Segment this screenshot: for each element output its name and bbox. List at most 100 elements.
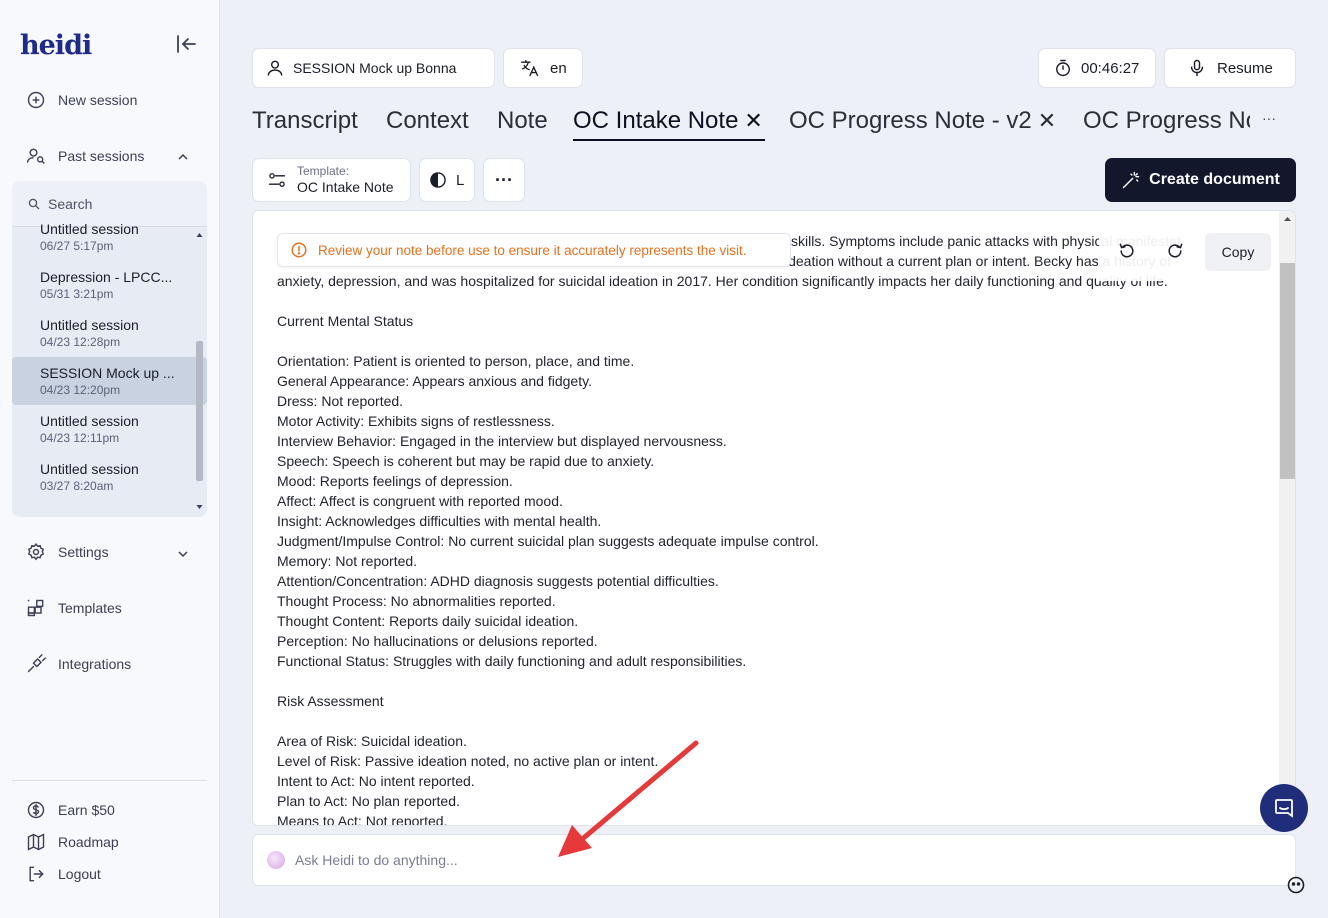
- session-list-scrollbar[interactable]: [195, 231, 204, 511]
- tab-oc-progress-note[interactable]: OC Progress Note: [1083, 107, 1250, 135]
- earn-label: Earn $50: [58, 802, 115, 818]
- logout-link[interactable]: Logout: [26, 864, 101, 884]
- timer-value: 00:46:27: [1081, 59, 1140, 77]
- note-document[interactable]: skills. Symptoms include panic attacks w…: [252, 210, 1296, 826]
- template-selector[interactable]: Template: OC Intake Note: [252, 158, 411, 202]
- redo-icon[interactable]: [1165, 241, 1185, 261]
- tab-transcript[interactable]: Transcript: [252, 107, 358, 135]
- search-placeholder: Search: [48, 195, 93, 212]
- sliders-icon: [268, 173, 286, 187]
- note-line: Risk Assessment: [277, 693, 384, 709]
- ask-placeholder: Ask Heidi to do anything...: [295, 852, 458, 868]
- dollar-circle-icon: [27, 801, 45, 819]
- note-line: Speech: Speech is coherent but may be ra…: [277, 453, 655, 469]
- session-title: Untitled session: [40, 461, 139, 477]
- create-document-label: Create document: [1149, 171, 1280, 188]
- close-icon[interactable]: ✕: [1038, 108, 1056, 134]
- document-scrollbar[interactable]: [1279, 211, 1295, 825]
- settings-toggle[interactable]: Settings: [26, 542, 109, 562]
- contrast-icon: [430, 172, 446, 188]
- size-selector[interactable]: L: [419, 158, 475, 202]
- map-icon: [27, 833, 45, 851]
- review-warning-banner: Review your note before use to ensure it…: [277, 233, 791, 267]
- tabs-more-button[interactable]: ···: [1262, 110, 1276, 126]
- logout-icon: [29, 866, 44, 882]
- note-line: Thought Content: Reports daily suicidal …: [277, 613, 579, 629]
- create-document-button[interactable]: Create document: [1105, 158, 1296, 202]
- ask-heidi-input[interactable]: Ask Heidi to do anything...: [252, 834, 1296, 886]
- note-tabs: Transcript Context Note OC Intake Note ✕ …: [252, 100, 1250, 144]
- note-body[interactable]: skills. Symptoms include panic attacks w…: [277, 231, 1267, 825]
- integrations-link[interactable]: Integrations: [26, 654, 131, 674]
- session-item[interactable]: Depression - LPCC... 05/31 3:21pm: [12, 261, 207, 309]
- collapse-sidebar-icon[interactable]: [174, 32, 198, 56]
- note-line: Attention/Concentration: ADHD diagnosis …: [277, 573, 719, 589]
- undo-icon[interactable]: [1117, 241, 1137, 261]
- plus-circle-icon: [27, 91, 45, 109]
- heidi-logo[interactable]: heidi: [20, 30, 92, 61]
- template-value: OC Intake Note: [297, 178, 394, 195]
- session-item[interactable]: Untitled session 03/27 8:20am: [12, 453, 207, 501]
- note-line: Intent to Act: No intent reported.: [277, 773, 475, 789]
- tab-oc-intake-note[interactable]: OC Intake Note ✕: [573, 107, 763, 135]
- chevron-down-icon[interactable]: [176, 547, 190, 561]
- session-item[interactable]: SESSION Mock up ... 04/23 12:20pm: [12, 357, 207, 405]
- chat-bubble-icon: [1275, 799, 1293, 818]
- tab-context[interactable]: Context: [386, 107, 469, 135]
- close-icon[interactable]: ✕: [744, 108, 762, 134]
- sidebar: heidi New session Past sessions Search U…: [0, 0, 220, 918]
- language-selector[interactable]: en: [503, 48, 583, 88]
- language-code: en: [550, 59, 567, 77]
- session-name-pill[interactable]: SESSION Mock up Bonna: [252, 48, 495, 88]
- integrations-label: Integrations: [58, 656, 132, 672]
- past-sessions-toggle[interactable]: Past sessions: [26, 146, 144, 166]
- resume-button[interactable]: Resume: [1164, 48, 1296, 88]
- tab-label: OC Progress Note - v2: [789, 107, 1032, 134]
- session-title: Untitled session: [40, 413, 139, 429]
- settings-label: Settings: [58, 544, 109, 560]
- session-timer: 00:46:27: [1038, 48, 1156, 88]
- templates-link[interactable]: Templates: [26, 598, 122, 618]
- gear-icon: [27, 542, 45, 561]
- tab-label: OC Progress Note: [1083, 107, 1250, 134]
- session-item[interactable]: Untitled session 06/27 5:17pm: [12, 213, 207, 261]
- session-item[interactable]: Untitled session 04/23 12:28pm: [12, 309, 207, 357]
- chevron-up-icon[interactable]: [176, 150, 190, 164]
- note-line: Memory: Not reported.: [277, 553, 418, 569]
- note-line: Motor Activity: Exhibits signs of restle…: [277, 413, 555, 429]
- templates-label: Templates: [58, 600, 122, 616]
- support-chat-button[interactable]: [1260, 784, 1308, 832]
- note-line: General Appearance: Appears anxious and …: [277, 373, 592, 389]
- session-date: 04/23 12:28pm: [40, 335, 121, 349]
- session-date: 03/27 8:20am: [40, 479, 114, 493]
- tab-oc-progress-note-v2[interactable]: OC Progress Note - v2 ✕: [789, 107, 1056, 135]
- note-line: Mood: Reports feelings of depression.: [277, 473, 513, 489]
- tab-note[interactable]: Note: [497, 107, 548, 135]
- copy-button[interactable]: Copy: [1205, 233, 1271, 271]
- magic-wand-icon: [1122, 171, 1140, 189]
- earn-link[interactable]: Earn $50: [26, 800, 115, 820]
- session-item[interactable]: Untitled session 04/23 12:11pm: [12, 405, 207, 453]
- session-date: 06/27 5:17pm: [40, 239, 114, 253]
- help-face-icon[interactable]: [1286, 875, 1306, 895]
- resume-label: Resume: [1217, 59, 1273, 77]
- new-session-button[interactable]: New session: [26, 90, 137, 110]
- heidi-orb-icon: [267, 851, 285, 869]
- search-icon: [28, 198, 40, 209]
- session-title: Depression - LPCC...: [40, 269, 173, 285]
- more-options-button[interactable]: ···: [483, 158, 525, 202]
- session-date: 05/31 3:21pm: [40, 287, 114, 301]
- warning-text: Review your note before use to ensure it…: [318, 242, 747, 258]
- roadmap-link[interactable]: Roadmap: [26, 832, 119, 852]
- tab-label: OC Intake Note: [573, 107, 739, 134]
- session-list: Untitled session 06/27 5:17pm Depression -…: [12, 213, 207, 501]
- templates-grid-icon: [27, 599, 44, 617]
- note-line: Level of Risk: Passive ideation noted, n…: [277, 753, 659, 769]
- note-line: Judgment/Impulse Control: No current sui…: [277, 533, 819, 549]
- note-line: Current Mental Status: [277, 313, 414, 329]
- note-line: Orientation: Patient is oriented to pers…: [277, 353, 635, 369]
